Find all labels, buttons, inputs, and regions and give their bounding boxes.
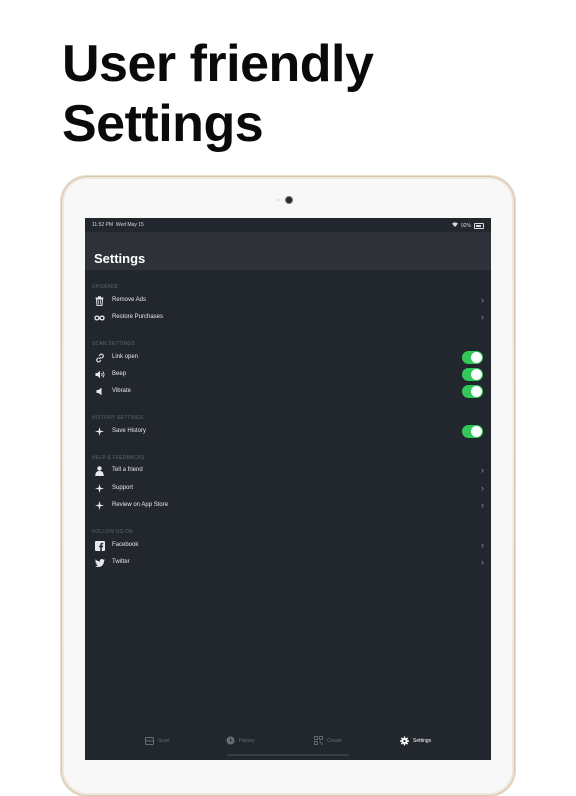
row-label: Save History xyxy=(112,428,147,434)
sparkle-icon xyxy=(94,483,105,494)
battery-icon xyxy=(474,222,484,229)
row-beep: Beep xyxy=(85,366,491,383)
status-indicators: 92% xyxy=(451,222,484,229)
wifi-icon xyxy=(451,222,458,229)
tab-label: Scan xyxy=(158,737,170,744)
twitter-icon xyxy=(94,557,105,568)
row-label: Tell a friend xyxy=(112,467,143,473)
chevron-right-icon: › xyxy=(481,312,484,322)
qr-icon xyxy=(314,736,323,745)
tab-history[interactable]: History xyxy=(226,736,255,745)
chevron-right-icon: › xyxy=(481,483,484,493)
chevron-right-icon: › xyxy=(481,295,484,305)
row-label: Restore Purchases xyxy=(112,314,164,320)
ambient-sensor xyxy=(277,199,279,201)
vibrate-toggle[interactable] xyxy=(462,385,483,398)
row-label: Facebook xyxy=(112,542,139,548)
link-open-toggle[interactable] xyxy=(462,351,483,364)
infinity-icon xyxy=(94,312,105,323)
section-header-history-settings: HISTORY SETTINGS xyxy=(92,415,144,421)
row-label: Beep xyxy=(112,371,127,377)
status-time: 11:52 PM Wed May 15 xyxy=(92,222,144,228)
headline: User friendly Settings xyxy=(62,34,374,154)
link-icon xyxy=(94,352,105,363)
section-header-help-feedbacks: HELP & FEEDBACKS xyxy=(92,455,145,461)
row-label: Link open xyxy=(112,354,139,360)
speaker-icon xyxy=(94,386,105,397)
row-facebook[interactable]: Facebook › xyxy=(85,537,491,554)
headline-line-1: User friendly xyxy=(62,35,374,93)
row-vibrate: Vibrate xyxy=(85,383,491,400)
status-date-text: Wed May 15 xyxy=(115,222,144,228)
trash-icon xyxy=(94,295,105,306)
battery-percent: 92% xyxy=(460,222,471,229)
navigation-bar: Settings xyxy=(85,232,491,270)
gear-icon xyxy=(400,736,409,745)
sparkle-icon xyxy=(94,500,105,511)
section-header-upgrade: UPGRADE xyxy=(92,284,119,290)
headline-line-2: Settings xyxy=(62,95,264,153)
row-save-history: Save History xyxy=(85,423,491,440)
row-link-open: Link open xyxy=(85,349,491,366)
row-label: Remove Ads xyxy=(112,297,147,303)
tab-create[interactable]: Create xyxy=(314,736,342,745)
beep-toggle[interactable] xyxy=(462,368,483,381)
row-twitter[interactable]: Twitter › xyxy=(85,554,491,571)
sparkle-icon xyxy=(94,426,105,437)
tab-label: History xyxy=(239,737,255,744)
person-icon xyxy=(94,465,105,476)
clock-icon xyxy=(226,736,235,745)
row-remove-ads[interactable]: Remove Ads › xyxy=(85,292,491,309)
row-label: Twitter xyxy=(112,559,130,565)
facebook-icon xyxy=(94,540,105,551)
tab-settings[interactable]: Settings xyxy=(400,736,431,745)
front-camera xyxy=(286,197,292,203)
speaker-loud-icon xyxy=(94,369,105,380)
home-indicator xyxy=(227,754,349,756)
row-label: Vibrate xyxy=(112,388,131,394)
chevron-right-icon: › xyxy=(481,540,484,550)
status-bar: 11:52 PM Wed May 15 92% xyxy=(85,218,491,232)
tab-label: Settings xyxy=(413,737,432,744)
row-label: Review on App Store xyxy=(112,502,169,508)
row-label: Support xyxy=(112,485,134,491)
scan-icon xyxy=(145,736,154,745)
screen: 11:52 PM Wed May 15 92% Settings UPGRADE… xyxy=(85,218,491,760)
tab-label: Create xyxy=(327,737,343,744)
chevron-right-icon: › xyxy=(481,500,484,510)
chevron-right-icon: › xyxy=(481,465,484,475)
row-tell-a-friend[interactable]: Tell a friend › xyxy=(85,462,491,479)
tab-scan[interactable]: Scan xyxy=(145,736,169,745)
row-support[interactable]: Support › xyxy=(85,480,491,497)
section-header-scan-settings: SCAN SETTINGS xyxy=(92,341,135,347)
page-title: Settings xyxy=(94,251,146,266)
row-review-app-store[interactable]: Review on App Store › xyxy=(85,497,491,514)
section-header-follow-us: FOLLOW US ON xyxy=(92,529,133,535)
save-history-toggle[interactable] xyxy=(462,425,483,438)
row-restore-purchases[interactable]: Restore Purchases › xyxy=(85,309,491,326)
status-time-text: 11:52 PM xyxy=(92,222,114,228)
chevron-right-icon: › xyxy=(481,557,484,567)
